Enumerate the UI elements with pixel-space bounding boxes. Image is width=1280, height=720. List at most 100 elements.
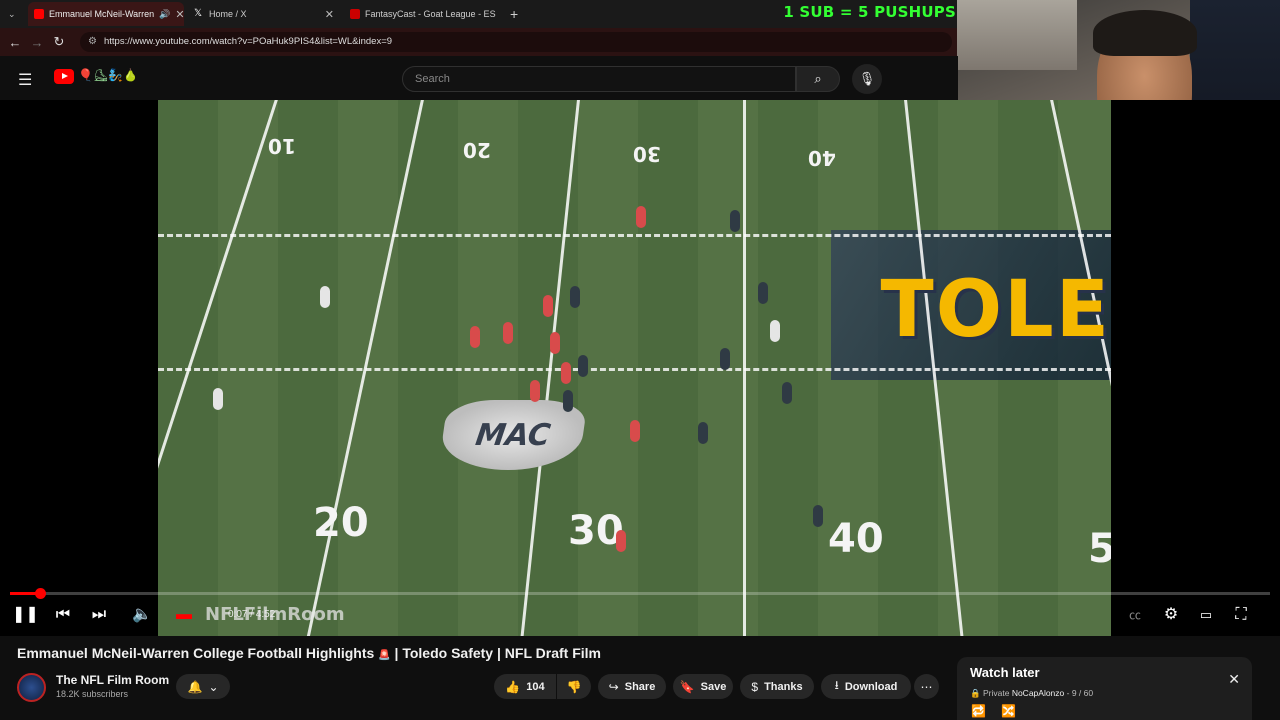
tab-close-icon[interactable]: ✕ [325,8,334,21]
tab-youtube[interactable]: Emmanuel McNeil-Warren 🔊 ✕ [28,2,184,26]
lock-icon: 🔒 [970,688,981,698]
download-button[interactable]: ⭳ Download [821,674,911,699]
football-player [470,326,480,348]
search-icon[interactable]: ⌕ [796,66,840,92]
super-thanks-icon: $ [751,679,759,694]
playlist-owner[interactable]: NoCapAlonzo [1012,688,1064,698]
playlist-title[interactable]: Watch later [970,665,1040,680]
pause-icon[interactable]: ❚❚ [12,604,39,626]
back-arrow-icon[interactable]: ← [4,35,26,50]
x-logo-icon: 𝕏 [194,8,203,19]
youtube-header: ☰ 🎈⛸🧞🍐 Search ⌕ 🎙 [0,56,958,100]
fullscreen-icon[interactable]: ⛶ [1230,604,1252,626]
football-player [561,362,571,384]
settings-gear-icon[interactable]: ⚙ [1160,604,1182,626]
playlist-privacy: Private [982,688,1010,698]
yard-number-top: 40 [808,146,836,170]
voice-search-mic-icon[interactable]: 🎙 [852,64,882,94]
football-player [578,355,588,377]
football-player [543,295,553,317]
bell-icon: 🔔 [187,679,203,694]
reload-icon[interactable]: ↻ [48,34,70,50]
site-info-icon[interactable]: ⚙ [88,32,97,52]
tab-fantasycast[interactable]: FantasyCast - Goat League - ES ✕ [344,2,498,26]
bookmark-icon: 🔖 [679,679,695,694]
url-text: https://www.youtube.com/watch?v=POaHuk9P… [104,36,393,47]
hash-marks [158,234,1111,237]
theater-mode-icon[interactable]: ▭ [1195,604,1217,626]
video-title-suffix: | Toledo Safety | NFL Draft Film [394,645,601,661]
more-actions-button[interactable]: ⋯ [914,674,939,699]
captions-icon[interactable]: ㏄ [1124,604,1146,626]
football-player [530,380,540,402]
url-field[interactable]: ⚙ https://www.youtube.com/watch?v=POaHuk… [80,32,952,52]
youtube-doodle[interactable]: 🎈⛸🧞🍐 [78,68,138,82]
hash-marks [158,368,1111,371]
thanks-label: Thanks [764,680,803,693]
search-input[interactable]: Search [402,66,796,92]
yard-number-top: 10 [268,134,296,158]
subscribed-bell-button[interactable]: 🔔 ⌄ [176,674,230,699]
address-bar-row: ← → ↻ ⚙ https://www.youtube.com/watch?v=… [0,28,958,56]
webcam-hair [1093,10,1197,56]
like-button[interactable]: 👍 104 [494,674,556,699]
video-title: Emmanuel McNeil-Warren College Football … [17,645,601,661]
referee [213,388,223,410]
football-player [782,382,792,404]
logo-text: MAC [473,418,553,453]
share-button[interactable]: ↪ Share [598,674,666,699]
forward-arrow-icon[interactable]: → [26,35,48,50]
football-player [720,348,730,370]
football-player [636,206,646,228]
download-label: Download [844,680,898,693]
football-player [758,282,768,304]
tab-title: FantasyCast - Goat League - ES [365,9,496,19]
thanks-button[interactable]: $ Thanks [740,674,814,699]
menu-hamburger-icon[interactable]: ☰ [18,70,32,90]
video-title-main: Emmanuel McNeil-Warren College Football … [17,645,375,661]
volume-icon[interactable]: 🔈 [131,604,153,626]
time-display: 0:07 / 4:52 [228,609,276,620]
shuffle-icon[interactable]: 🔀 [1001,704,1016,718]
download-icon: ⭳ [834,678,839,692]
video-frame-football-field: 10 20 30 40 MAC TOLE 20 30 40 5 [158,100,1111,636]
loop-icon[interactable]: 🔁 [971,704,986,718]
watch-later-panel[interactable]: Watch later 🔒 Private NoCapAlonzo - 9 / … [957,657,1252,720]
autoplay-toggle-icon[interactable]: ▬ [172,604,196,626]
next-icon[interactable]: ⏭ [88,604,110,626]
chevron-down-icon: ⌄ [208,679,219,694]
pillarbox-left [0,100,158,636]
subscriber-count: 18.2K subscribers [56,689,129,699]
audio-icon[interactable]: 🔊 [159,9,170,20]
yard-number-top: 30 [633,142,661,166]
yard-number-bottom: 20 [313,500,369,546]
football-player [698,422,708,444]
yard-number-top: 20 [463,138,491,162]
close-icon[interactable]: ✕ [1228,671,1240,688]
referee [320,286,330,308]
football-player [570,286,580,308]
espn-favicon-icon [350,9,360,19]
tab-title: Emmanuel McNeil-Warren [49,9,155,19]
yard-line [158,100,281,624]
new-tab-plus-icon[interactable]: + [504,2,524,26]
youtube-logo-icon[interactable] [54,69,74,84]
channel-avatar[interactable] [17,673,46,702]
video-player[interactable]: 10 20 30 40 MAC TOLE 20 30 40 5 [0,100,1280,636]
tab-title: Home / X [209,9,247,19]
save-button[interactable]: 🔖 Save [673,674,733,699]
playlist-meta: 🔒 Private NoCapAlonzo - 9 / 60 [970,688,1094,698]
more-horizontal-icon: ⋯ [920,679,933,694]
previous-icon[interactable]: ⏮ [52,604,74,626]
dislike-button[interactable]: 👎 [557,674,591,699]
channel-name[interactable]: The NFL Film Room [56,673,169,687]
tab-list-button[interactable]: ⌄ [2,2,24,26]
siren-emoji-icon: 🚨 [378,650,391,661]
tab-x[interactable]: 𝕏 Home / X ✕ [188,2,340,26]
football-player [616,530,626,552]
save-label: Save [700,680,727,693]
thumbs-up-icon: 👍 [505,679,521,694]
tab-close-icon[interactable]: ✕ [175,8,184,21]
video-progress-bar[interactable] [10,588,1270,599]
share-arrow-icon: ↪ [608,679,619,694]
